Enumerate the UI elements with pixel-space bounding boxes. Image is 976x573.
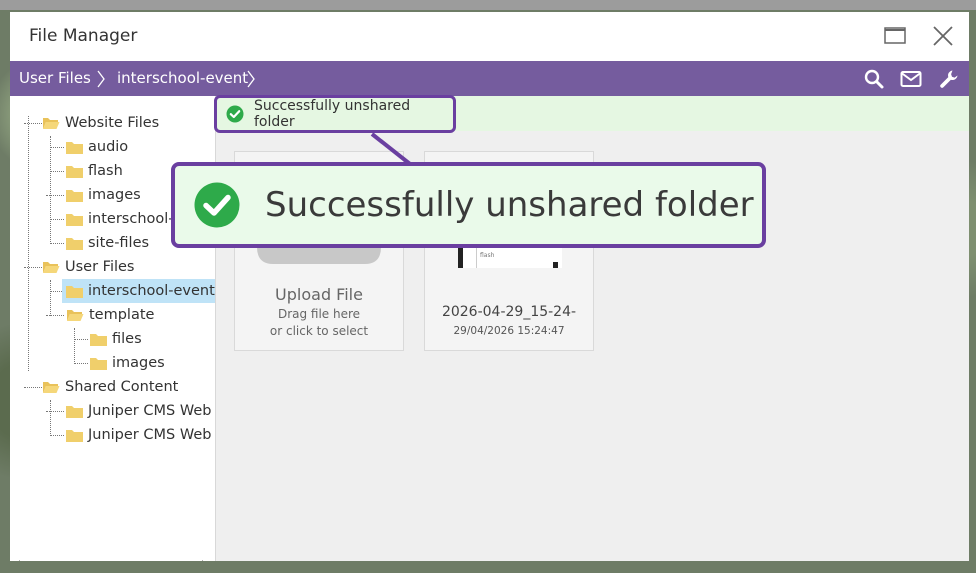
toast-message: Successfully unshared folder — [254, 98, 411, 130]
tree-line — [46, 195, 64, 196]
file-manager-window: File Manager User Files interschool-even… — [10, 12, 969, 561]
tree-label: Juniper CMS Web — [88, 403, 212, 419]
tree-item-site-files[interactable]: site-files — [66, 232, 149, 254]
callout-message: Successfully unshared folder — [265, 185, 754, 225]
tree-line — [46, 411, 64, 412]
tree-line — [50, 243, 64, 244]
maximize-icon — [884, 27, 906, 44]
tree-line — [50, 136, 51, 244]
zoom-callout: Successfully unshared folder — [171, 162, 766, 248]
tree-label: Shared Content — [65, 379, 179, 395]
open-folder-icon — [67, 310, 84, 321]
upload-title: Upload File — [275, 285, 363, 304]
tree-label: files — [112, 331, 142, 347]
check-circle-icon — [194, 182, 240, 228]
upload-hint-2: or click to select — [269, 324, 369, 338]
open-folder-icon — [43, 382, 60, 393]
tree-label: Juniper CMS Web — [88, 427, 212, 443]
tree-item-juniper-cms-1[interactable]: Juniper CMS Web — [66, 400, 211, 422]
folder-icon — [66, 165, 83, 178]
tree-label: interschool- — [88, 211, 174, 227]
tree-line — [74, 339, 88, 340]
tree-item-template[interactable]: template — [66, 304, 154, 326]
tree-line — [50, 280, 51, 316]
tree-item-juniper-cms-2[interactable]: Juniper CMS Web — [66, 424, 211, 446]
folder-icon — [66, 189, 83, 202]
tree-label: flash — [88, 163, 123, 179]
scroll-left-arrow-icon[interactable] — [14, 560, 20, 561]
window-title: File Manager — [29, 26, 138, 46]
title-bar: File Manager — [10, 12, 969, 61]
chevron-right-icon — [247, 70, 255, 88]
tree-item-interschool[interactable]: interschool- — [66, 208, 174, 230]
folder-icon — [90, 357, 107, 370]
scroll-right-arrow-icon[interactable] — [202, 560, 208, 561]
tree-item-audio[interactable]: audio — [66, 136, 128, 158]
tree-line — [24, 267, 42, 268]
tree-label: audio — [88, 139, 129, 155]
tree-item-flash[interactable]: flash — [66, 160, 123, 182]
folder-icon — [66, 405, 83, 418]
folder-icon — [66, 429, 83, 442]
scrollbar-track — [14, 560, 208, 561]
file-date: 29/04/2026 15:24:47 — [453, 325, 565, 337]
thumbnail-line-2: flash — [480, 252, 495, 259]
tree-label: interschool-event — [88, 283, 215, 299]
mail-icon[interactable] — [900, 68, 922, 90]
breadcrumb-interschool-event[interactable]: interschool-event — [117, 69, 248, 87]
folder-icon — [66, 285, 83, 298]
success-toast: Successfully unshared folder — [214, 95, 456, 133]
tree-item-template-images[interactable]: images — [90, 352, 165, 374]
tree-item-user-files[interactable]: User Files — [42, 256, 134, 278]
file-name: 2026-04-29_15-24- — [441, 304, 577, 320]
tree-line — [50, 400, 51, 436]
tree-label: site-files — [88, 235, 150, 251]
tree-line — [46, 315, 64, 316]
tree-line — [50, 171, 64, 172]
breadcrumb-toolbar: User Files interschool-event — [10, 61, 969, 96]
tree-item-website-files[interactable]: Website Files — [42, 112, 159, 134]
tree-line — [24, 123, 42, 124]
maximize-button[interactable] — [882, 23, 908, 49]
horizontal-scrollbar[interactable] — [10, 557, 215, 561]
open-folder-icon — [43, 118, 60, 129]
tree-line — [28, 116, 29, 371]
tree-line — [50, 219, 64, 220]
tree-label: Website Files — [65, 115, 160, 131]
tree-item-shared-content[interactable]: Shared Content — [42, 376, 178, 398]
tree-line — [74, 328, 75, 364]
tree-item-files[interactable]: files — [90, 328, 142, 350]
folder-icon — [66, 237, 83, 250]
tree-line — [24, 387, 42, 388]
open-folder-icon — [43, 262, 60, 273]
close-button[interactable] — [930, 23, 956, 49]
tree-line — [50, 147, 64, 148]
check-circle-icon — [226, 105, 244, 123]
upload-hint-1: Drag file here — [277, 307, 361, 321]
tree-line — [50, 435, 64, 436]
close-icon — [933, 26, 953, 46]
tree-item-images[interactable]: images — [66, 184, 141, 206]
tree-label: images — [112, 355, 165, 371]
breadcrumb-user-files[interactable]: User Files — [19, 69, 91, 87]
wrench-icon[interactable] — [938, 68, 960, 90]
tree-label: User Files — [65, 259, 135, 275]
folder-icon — [66, 213, 83, 226]
folder-icon — [90, 333, 107, 346]
folder-icon — [66, 141, 83, 154]
thumbnail-mark — [553, 262, 558, 268]
tree-label: images — [88, 187, 141, 203]
tree-item-interschool-event[interactable]: interschool-event — [62, 279, 215, 303]
tree-label: template — [89, 307, 155, 323]
chevron-right-icon — [97, 70, 105, 88]
tree-line — [74, 363, 88, 364]
search-icon[interactable] — [863, 68, 885, 90]
